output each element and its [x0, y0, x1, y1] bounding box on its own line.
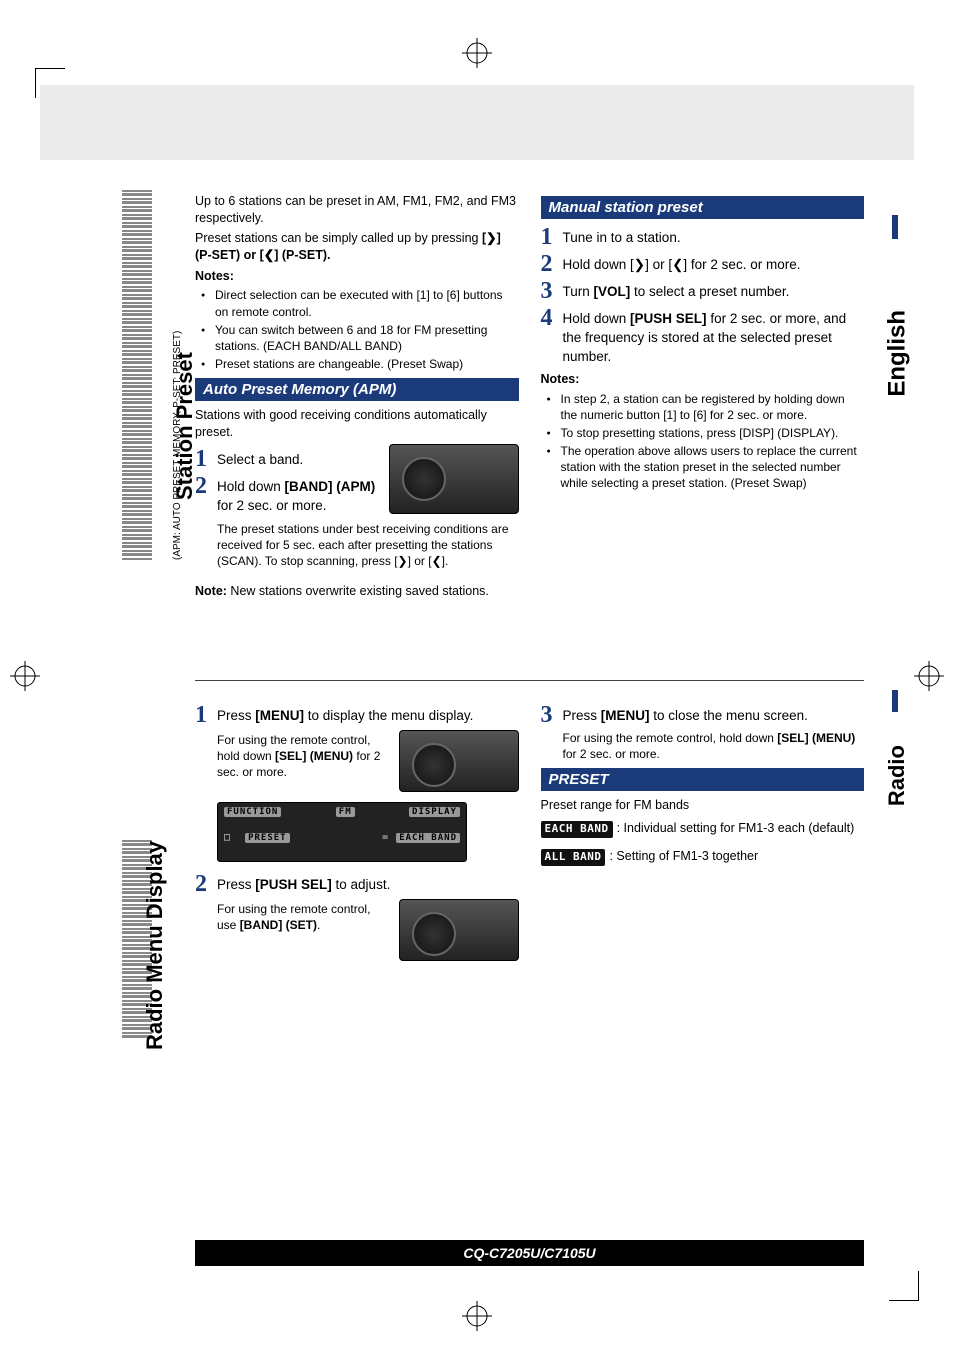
right-column-upper: Manual station preset 1 Tune in to a sta…	[541, 190, 865, 603]
page-footer: CQ-C7205U/C7105U	[195, 1240, 864, 1266]
side-label-radio: Radio	[884, 745, 910, 806]
manual-step-1: 1 Tune in to a station.	[541, 225, 865, 249]
apm-step2-sub: The preset stations under best receiving…	[217, 521, 519, 570]
english-marker-bar	[892, 215, 898, 239]
right-column-lower: 3 Press [MENU] to close the menu screen.…	[541, 700, 865, 961]
section-preset-title: PRESET	[541, 768, 865, 791]
device-illustration-apm	[389, 444, 519, 514]
page-number: 21	[838, 1247, 854, 1263]
left-column-lower: 1 Press [MENU] to display the menu displ…	[195, 700, 519, 961]
lcd-function-label: FUNCTION	[224, 807, 281, 817]
each-band-badge: EACH BAND	[541, 821, 613, 838]
crop-mark-tl	[35, 68, 65, 98]
manual-step-4: 4 Hold down [PUSH SEL] for 2 sec. or mor…	[541, 306, 865, 367]
manual-notes-list: In step 2, a station can be registered b…	[541, 391, 865, 492]
intro-note-1: Direct selection can be executed with [1…	[205, 287, 519, 319]
lcd-fm-label: FM	[336, 807, 355, 817]
menu-step-3: 3 Press [MENU] to close the menu screen.	[541, 703, 865, 727]
menu-step2-sub: For using the remote control, use [BAND]…	[217, 901, 389, 933]
side-subtitle-apm: (APM: AUTO PRESET MEMORY, P-SET: PRESET)	[172, 331, 183, 560]
step-number-2: 2	[195, 474, 211, 516]
lcd-preset-label: PRESET	[245, 833, 290, 843]
apm-step2-text: Hold down [BAND] (APM) for 2 sec. or mor…	[217, 474, 379, 516]
manual-step-2: 2 Hold down [❯] or [❮] for 2 sec. or mor…	[541, 252, 865, 276]
notes-heading: Notes:	[195, 268, 519, 285]
apm-note: Note: New stations overwrite existing sa…	[195, 583, 519, 600]
preset-all-band: ALL BAND: Setting of FM1-3 together	[541, 848, 865, 866]
lcd-each-band-label: EACH BAND	[396, 833, 460, 843]
crop-mark-br	[889, 1271, 919, 1301]
preset-each-band: EACH BAND: Individual setting for FM1-3 …	[541, 820, 865, 838]
all-band-badge: ALL BAND	[541, 849, 606, 866]
menu-step-2: 2 Press [PUSH SEL] to adjust.	[195, 872, 519, 896]
apm-lead: Stations with good receiving conditions …	[195, 407, 519, 441]
registration-mark-right	[914, 661, 944, 691]
apm-step1-text: Select a band.	[217, 447, 379, 471]
section-manual-title: Manual station preset	[541, 196, 865, 219]
intro-line2: Preset stations can be simply called up …	[195, 230, 519, 264]
apm-step-2: 2 Hold down [BAND] (APM) for 2 sec. or m…	[195, 474, 379, 516]
registration-mark-bottom	[462, 1301, 492, 1331]
lcd-display-label: DISPLAY	[409, 807, 460, 817]
apm-step-1: 1 Select a band.	[195, 447, 379, 471]
intro-notes-list: Direct selection can be executed with [1…	[195, 287, 519, 372]
side-title-radio-menu: Radio Menu Display	[142, 841, 168, 1050]
preset-lead: Preset range for FM bands	[541, 797, 865, 814]
left-column-upper: Up to 6 stations can be preset in AM, FM…	[195, 190, 519, 603]
intro-note-3: Preset stations are changeable. (Preset …	[205, 356, 519, 372]
section-apm-title: Auto Preset Memory (APM)	[195, 378, 519, 401]
registration-mark-left	[10, 661, 40, 691]
radio-marker-bar	[892, 690, 898, 712]
header-band	[40, 85, 914, 160]
side-label-english: English	[884, 310, 912, 397]
lcd-screen-illustration: FUNCTION FM DISPLAY □ PRESET = EACH BAND	[217, 802, 467, 862]
intro-note-2: You can switch between 6 and 18 for FM p…	[205, 322, 519, 354]
menu-step1-sub: For using the remote control, hold down …	[217, 732, 389, 781]
registration-mark-top	[462, 38, 492, 68]
model-number: CQ-C7205U/C7105U	[463, 1245, 595, 1261]
device-illustration-menu2	[399, 899, 519, 961]
manual-note-3: The operation above allows users to repl…	[551, 443, 865, 492]
manual-note-2: To stop presetting stations, press [DISP…	[551, 425, 865, 441]
menu-step3-sub: For using the remote control, hold down …	[563, 730, 865, 762]
manual-step-3: 3 Turn [VOL] to select a preset number.	[541, 279, 865, 303]
step-number-1: 1	[195, 447, 211, 471]
intro-line1: Up to 6 stations can be preset in AM, FM…	[195, 193, 519, 227]
manual-notes-heading: Notes:	[541, 371, 865, 388]
device-illustration-menu1	[399, 730, 519, 792]
section-divider	[195, 680, 864, 681]
decorative-barcode-top	[122, 190, 152, 560]
manual-note-1: In step 2, a station can be registered b…	[551, 391, 865, 423]
menu-step-1: 1 Press [MENU] to display the menu displ…	[195, 703, 519, 727]
